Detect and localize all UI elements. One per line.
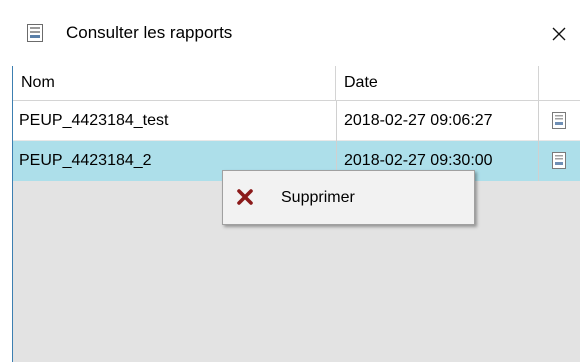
close-icon xyxy=(552,27,566,41)
document-window-icon xyxy=(27,24,43,42)
table-row[interactable]: PEUP_4423184_test 2018-02-27 09:06:27 xyxy=(13,101,580,141)
window-title: Consulter les rapports xyxy=(66,23,233,42)
report-file-icon[interactable] xyxy=(552,152,566,169)
delete-x-icon xyxy=(237,189,253,205)
column-header-icon[interactable] xyxy=(539,66,580,100)
cell-icon[interactable] xyxy=(539,101,580,141)
cell-date: 2018-02-27 09:06:27 xyxy=(336,101,539,141)
title-bar[interactable]: Consulter les rapports xyxy=(0,0,580,66)
report-file-icon[interactable] xyxy=(552,112,566,129)
table-header: Nom Date xyxy=(13,66,580,101)
cell-nom: PEUP_4423184_test xyxy=(19,112,169,129)
menu-item-supprimer[interactable]: Supprimer xyxy=(225,173,472,222)
context-menu: Supprimer xyxy=(222,170,475,225)
close-button[interactable] xyxy=(541,16,577,52)
column-header-date[interactable]: Date xyxy=(336,66,539,100)
menu-item-label: Supprimer xyxy=(281,189,355,206)
report-viewer-window: Consulter les rapports Nom Date PEUP_442… xyxy=(0,0,580,362)
column-header-nom[interactable]: Nom xyxy=(13,66,336,100)
cell-icon[interactable] xyxy=(539,141,580,181)
